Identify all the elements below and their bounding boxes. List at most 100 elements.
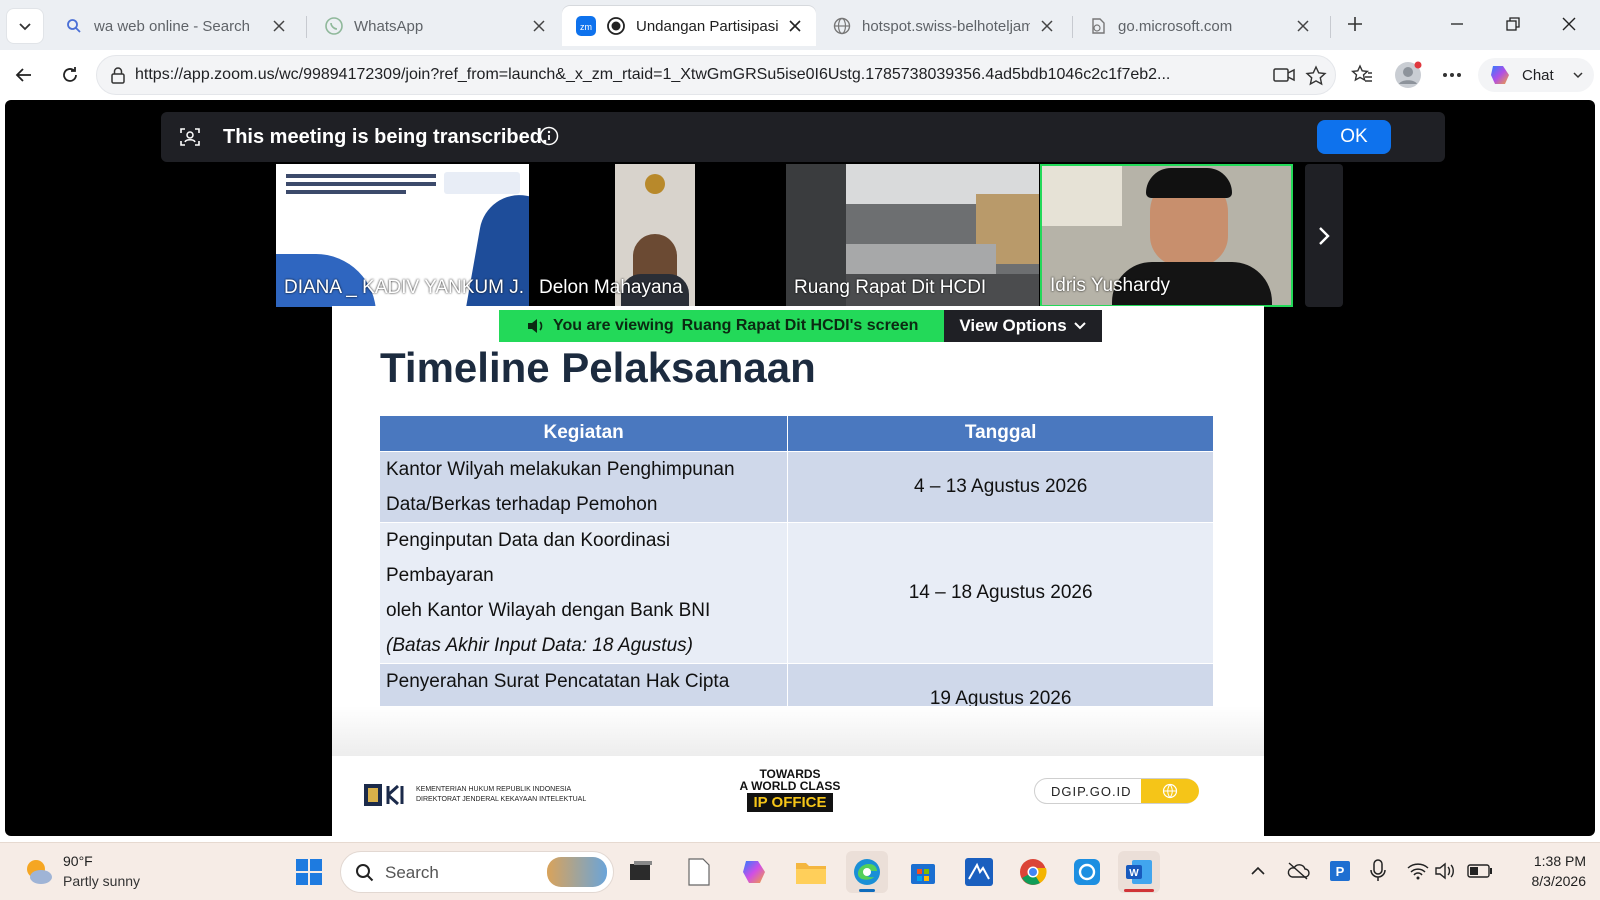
profile-button[interactable] (1390, 57, 1426, 93)
url-text[interactable]: https://app.zoom.us/wc/99894172309/join?… (135, 66, 1245, 84)
tab-go-microsoft[interactable]: go.microsoft.com (1074, 6, 1324, 46)
close-window-button[interactable] (1546, 6, 1592, 42)
participant-name: DIANA _ KADIV YANKUM J... (284, 277, 524, 298)
minimize-button[interactable] (1434, 6, 1480, 42)
clock-date[interactable]: 8/3/2026 (1506, 873, 1587, 889)
tab-title: go.microsoft.com (1118, 17, 1233, 35)
clock-time[interactable]: 1:38 PM (1506, 853, 1586, 869)
whatsapp-icon (324, 16, 344, 36)
activity-line: Penginputan Data dan Koordinasi Pembayar… (386, 529, 671, 586)
file-explorer-app[interactable] (790, 851, 832, 893)
store-icon (911, 864, 935, 884)
address-bar[interactable]: https://app.zoom.us/wc/99894172309/join?… (96, 55, 1336, 95)
onedrive-offline[interactable] (1284, 857, 1312, 885)
active-app-indicator (1124, 889, 1154, 892)
tab-separator (1330, 16, 1331, 38)
restore-button[interactable] (1490, 6, 1536, 42)
battery-icon (1467, 864, 1492, 878)
copilot-chat-button[interactable]: Chat (1478, 58, 1594, 92)
show-hidden-icons[interactable] (1244, 857, 1272, 885)
tray-app-blue[interactable]: P (1326, 857, 1354, 885)
chevron-up-icon (1251, 866, 1265, 875)
chevron-down-icon (1573, 72, 1583, 79)
tab-whatsapp[interactable]: WhatsApp (310, 6, 560, 46)
video-tile-diana[interactable]: DIANA _ KADIV YANKUM J... (276, 164, 529, 307)
weather-desc[interactable]: Partly sunny (63, 873, 140, 889)
back-button[interactable] (6, 57, 42, 93)
chrome-app[interactable] (1012, 851, 1054, 893)
close-icon[interactable] (784, 15, 806, 37)
microphone-status[interactable] (1364, 857, 1392, 885)
table-row: Penginputan Data dan Koordinasi Pembayar… (380, 521, 1214, 663)
microsoft-store-app[interactable] (902, 851, 944, 893)
volume-status[interactable] (1432, 857, 1460, 885)
activity-line: Data/Berkas terhadap Pemohon (386, 493, 658, 515)
website-pill: DGIP.GO.ID (1034, 778, 1199, 804)
parking-icon: P (1330, 861, 1350, 881)
more-horizontal-icon (1443, 73, 1461, 77)
svg-text:P: P (1336, 864, 1345, 879)
screenshot-app[interactable] (1066, 851, 1108, 893)
tab-list-button[interactable] (6, 8, 44, 44)
favorite-star-icon[interactable] (1305, 65, 1327, 92)
weather-temp[interactable]: 90°F (63, 853, 93, 869)
microphone-icon (1370, 859, 1386, 881)
close-icon[interactable] (528, 15, 550, 37)
network-status[interactable] (1404, 857, 1432, 885)
participant-name: Ruang Rapat Dit HCDI (794, 277, 987, 298)
taskbar-search[interactable]: Search (340, 851, 614, 893)
browser-tab-strip: wa web online - Search WhatsApp zm Undan… (0, 0, 1600, 50)
partly-sunny-icon (27, 860, 52, 884)
date-cell: 14 – 18 Agustus 2026 (787, 521, 1214, 663)
slide-footer: KEMENTERIAN HUKUM REPUBLIK INDONESIA DIR… (332, 758, 1264, 836)
svg-text:zm: zm (580, 22, 592, 32)
word-icon: W (1126, 860, 1152, 884)
copilot-icon (743, 861, 765, 883)
weather-widget[interactable] (22, 855, 54, 892)
viewing-screen-name: Ruang Rapat Dit HCDI's screen (681, 317, 919, 334)
tab-hotspot-swiss-belhotel[interactable]: hotspot.swiss-belhoteljamb (818, 6, 1068, 46)
copilot-icon (1491, 66, 1509, 84)
viewing-share-bar: You are viewing Ruang Rapat Dit HCDI's s… (499, 310, 1102, 342)
globe-icon (832, 16, 852, 36)
chevron-down-icon (19, 23, 31, 31)
close-icon[interactable] (268, 15, 290, 37)
word-app-active[interactable]: W (1118, 851, 1160, 893)
new-tab-button[interactable] (1332, 6, 1378, 42)
folder-icon (796, 863, 826, 884)
table-row: Kantor Wilyah melakukan Penghimpunan Dat… (380, 450, 1214, 522)
notepad-app[interactable] (678, 851, 720, 893)
tab-title: hotspot.swiss-belhoteljamb (862, 17, 1030, 35)
minimize-icon (1451, 23, 1463, 25)
ok-button[interactable]: OK (1317, 120, 1391, 154)
search-placeholder: Search (385, 863, 439, 882)
video-tile-ruang-rapat[interactable]: Ruang Rapat Dit HCDI (786, 164, 1039, 307)
tab-undangan-partisipasi[interactable]: zm Undangan Partisipasi d (562, 6, 816, 46)
tab-title: Undangan Partisipasi d (636, 17, 778, 35)
info-icon[interactable] (539, 126, 559, 151)
battery-status[interactable] (1466, 857, 1494, 885)
more-menu-button[interactable] (1434, 57, 1470, 93)
task-view-button[interactable] (620, 851, 662, 893)
start-button[interactable] (288, 851, 330, 893)
view-options-button[interactable]: View Options (944, 310, 1102, 342)
zoom-icon: zm (576, 16, 596, 36)
activity-line: oleh Kantor Wilayah dengan Bank BNI (386, 599, 711, 621)
favorites-button[interactable] (1344, 57, 1380, 93)
video-tile-idris-active-speaker[interactable]: Idris Yushardy (1040, 164, 1293, 307)
video-tile-delon[interactable]: Delon Mahayana (531, 164, 784, 307)
favorites-icon (1351, 64, 1372, 82)
lock-icon[interactable] (109, 66, 127, 89)
table-header-tanggal: Tanggal (787, 416, 1214, 451)
video-icon[interactable] (1273, 66, 1295, 89)
close-icon[interactable] (1036, 15, 1058, 37)
copilot-app[interactable] (734, 851, 776, 893)
next-participants-button[interactable] (1305, 164, 1343, 307)
edge-app-active[interactable] (846, 851, 888, 893)
signature-app[interactable] (958, 851, 1000, 893)
refresh-button[interactable] (52, 57, 88, 93)
zoom-meeting-area: This meeting is being transcribed. OK DI… (5, 100, 1595, 836)
windows-logo-icon (296, 859, 322, 885)
close-icon[interactable] (1292, 15, 1314, 37)
tab-wa-web-search[interactable]: wa web online - Search (50, 6, 300, 46)
